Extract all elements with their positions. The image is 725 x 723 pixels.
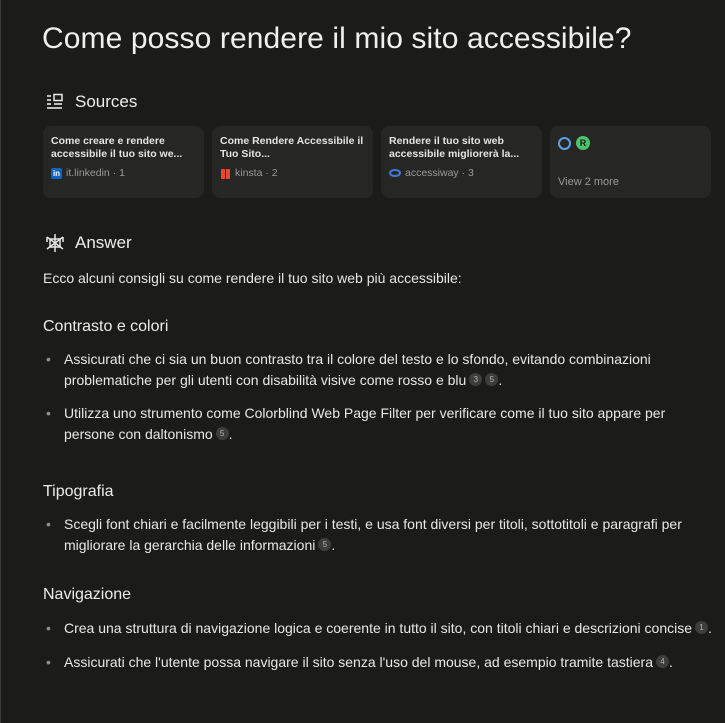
answer-icon bbox=[45, 233, 65, 253]
source-cards: Come creare e rendere accessibile il tuo… bbox=[43, 126, 711, 198]
linkedin-icon: in bbox=[51, 167, 62, 179]
answer-body: Ecco alcuni consigli su come rendere il … bbox=[43, 268, 713, 672]
source-favicon-icon: R bbox=[576, 136, 590, 150]
list-item: Crea una struttura di navigazione logica… bbox=[43, 618, 718, 639]
section-title-contrasto: Contrasto e colori bbox=[43, 318, 169, 335]
source-card-3[interactable]: Rendere il tuo sito web accessibile migl… bbox=[381, 126, 542, 198]
source-title: Come creare e rendere accessibile il tuo… bbox=[51, 135, 183, 160]
citation-badge[interactable]: 4 bbox=[655, 654, 669, 668]
source-number: 3 bbox=[468, 167, 474, 179]
citation-badge[interactable]: 3 bbox=[469, 372, 483, 386]
citation-badge[interactable]: 5 bbox=[215, 426, 229, 440]
list-item-text: Assicurati che l'utente possa navigare i… bbox=[64, 653, 653, 670]
list-item-text: Crea una struttura di navigazione logica… bbox=[64, 620, 692, 636]
list-item-text: Assicurati che ci sia un buon contrasto … bbox=[64, 351, 651, 388]
list-item-text: Utilizza uno strumento come Colorblind W… bbox=[64, 405, 666, 442]
source-site: kinsta bbox=[235, 167, 263, 179]
source-site: it.linkedin bbox=[66, 167, 110, 179]
sources-icon bbox=[45, 92, 65, 112]
source-meta: accessiway · 3 bbox=[389, 167, 534, 179]
answer-heading: Answer bbox=[45, 233, 132, 253]
section-list-tipografia: Scegli font chiari e facilmente leggibil… bbox=[43, 514, 718, 568]
source-meta: kinsta · 2 bbox=[220, 167, 365, 179]
accessiway-icon bbox=[389, 169, 401, 177]
citation-badge[interactable]: 5 bbox=[485, 372, 499, 386]
source-number: 1 bbox=[119, 167, 125, 179]
answer-intro: Ecco alcuni consigli su come rendere il … bbox=[43, 270, 462, 286]
section-list-contrasto: Assicurati che ci sia un buon contrasto … bbox=[43, 349, 718, 457]
source-card-1[interactable]: Come creare e rendere accessibile il tuo… bbox=[43, 126, 204, 198]
list-item: Assicurati che ci sia un buon contrasto … bbox=[43, 349, 718, 390]
sources-heading: Sources bbox=[45, 92, 137, 112]
source-card-2[interactable]: Come Rendere Accessibile il Tuo Sito... … bbox=[212, 126, 373, 198]
source-title: Rendere il tuo sito web accessibile migl… bbox=[389, 135, 520, 160]
section-title-tipografia: Tipografia bbox=[43, 483, 114, 500]
answer-heading-label: Answer bbox=[75, 233, 132, 252]
view-more-label: View 2 more bbox=[558, 176, 619, 188]
source-title: Come Rendere Accessibile il Tuo Sito... bbox=[220, 135, 364, 160]
query-title: Come posso rendere il mio sito accessibi… bbox=[42, 22, 632, 55]
source-meta: in it.linkedin · 1 bbox=[51, 167, 125, 179]
kinsta-icon bbox=[220, 168, 231, 179]
citation-badge[interactable]: 5 bbox=[318, 537, 332, 551]
list-item: Assicurati che l'utente possa navigare i… bbox=[43, 652, 718, 673]
citation-badge[interactable]: 1 bbox=[695, 621, 708, 634]
sources-heading-label: Sources bbox=[75, 92, 138, 111]
view-more-sources-button[interactable]: R View 2 more bbox=[550, 126, 711, 198]
list-item: Utilizza uno strumento come Colorblind W… bbox=[43, 403, 718, 444]
source-number: 2 bbox=[271, 167, 278, 179]
answer-page: Come posso rendere il mio sito accessibi… bbox=[0, 0, 725, 723]
list-item-text: Scegli font chiari e facilmente leggibil… bbox=[64, 516, 682, 553]
more-source-icons: R bbox=[558, 136, 703, 150]
section-list-navigazione: Crea una struttura di navigazione logica… bbox=[43, 618, 718, 685]
section-title-navigazione: Navigazione bbox=[43, 586, 132, 603]
source-site: accessiway bbox=[405, 167, 459, 179]
list-item: Scegli font chiari e facilmente leggibil… bbox=[43, 514, 718, 555]
source-favicon-icon bbox=[558, 137, 571, 150]
